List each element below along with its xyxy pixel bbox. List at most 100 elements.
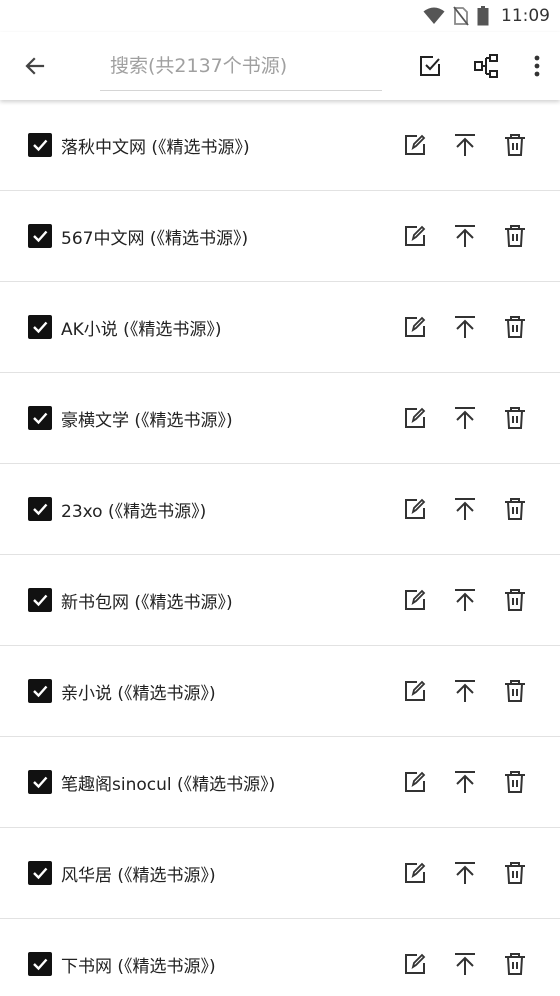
source-checkbox[interactable] bbox=[28, 770, 52, 794]
source-name: 落秋中文网 (《精选书源》) bbox=[61, 137, 250, 158]
move-to-top-icon bbox=[455, 589, 475, 611]
no-sim-icon bbox=[453, 6, 469, 26]
source-name: 下书网 (《精选书源》) bbox=[61, 956, 216, 977]
move-to-top-button[interactable] bbox=[440, 484, 490, 534]
source-name: 豪横文学 (《精选书源》) bbox=[61, 410, 233, 431]
delete-icon bbox=[505, 134, 525, 156]
source-name: AK小说 (《精选书源》) bbox=[61, 319, 222, 340]
source-checkbox[interactable] bbox=[28, 406, 52, 430]
source-checkbox[interactable] bbox=[28, 133, 52, 157]
edit-button[interactable] bbox=[390, 757, 440, 807]
move-to-top-button[interactable] bbox=[440, 757, 490, 807]
delete-button[interactable] bbox=[490, 484, 540, 534]
source-row-actions bbox=[390, 555, 540, 645]
edit-button[interactable] bbox=[390, 848, 440, 898]
source-row: 亲小说 (《精选书源》) bbox=[0, 646, 560, 737]
select-all-icon bbox=[420, 56, 440, 76]
delete-button[interactable] bbox=[490, 666, 540, 716]
move-to-top-icon bbox=[455, 498, 475, 520]
edit-icon bbox=[405, 134, 426, 155]
edit-icon bbox=[405, 680, 426, 701]
source-row: 下书网 (《精选书源》) bbox=[0, 919, 560, 996]
source-checkbox[interactable] bbox=[28, 588, 52, 612]
source-name: 新书包网 (《精选书源》) bbox=[61, 592, 233, 613]
check-icon bbox=[33, 685, 48, 698]
move-to-top-button[interactable] bbox=[440, 393, 490, 443]
move-to-top-icon bbox=[455, 953, 475, 975]
edit-icon bbox=[405, 862, 426, 883]
source-checkbox[interactable] bbox=[28, 679, 52, 703]
battery-icon bbox=[477, 6, 489, 26]
delete-icon bbox=[505, 862, 525, 884]
status-time: 11:09 bbox=[501, 6, 550, 26]
source-checkbox[interactable] bbox=[28, 497, 52, 521]
source-checkbox[interactable] bbox=[28, 315, 52, 339]
move-to-top-button[interactable] bbox=[440, 120, 490, 170]
arrow-left-icon bbox=[25, 57, 45, 75]
search-input[interactable] bbox=[100, 54, 382, 77]
source-row-actions bbox=[390, 828, 540, 918]
source-list: 落秋中文网 (《精选书源》) 567中文网 (《精选书源》) AK小说 (《精选… bbox=[0, 100, 560, 996]
edit-button[interactable] bbox=[390, 575, 440, 625]
source-row: 567中文网 (《精选书源》) bbox=[0, 191, 560, 282]
check-icon bbox=[33, 867, 48, 880]
source-row-actions bbox=[390, 191, 540, 281]
source-name: 风华居 (《精选书源》) bbox=[61, 865, 216, 886]
edit-button[interactable] bbox=[390, 484, 440, 534]
source-row: 23xo (《精选书源》) bbox=[0, 464, 560, 555]
select-all-button[interactable] bbox=[402, 32, 458, 100]
delete-button[interactable] bbox=[490, 757, 540, 807]
source-name: 567中文网 (《精选书源》) bbox=[61, 228, 249, 249]
source-row-actions bbox=[390, 646, 540, 736]
group-icon bbox=[474, 54, 498, 78]
source-row: 新书包网 (《精选书源》) bbox=[0, 555, 560, 646]
source-row-actions bbox=[390, 464, 540, 554]
back-button[interactable] bbox=[0, 32, 70, 100]
source-row: 笔趣阁sinocul (《精选书源》) bbox=[0, 737, 560, 828]
edit-button[interactable] bbox=[390, 302, 440, 352]
move-to-top-icon bbox=[455, 771, 475, 793]
source-row: 风华居 (《精选书源》) bbox=[0, 828, 560, 919]
wifi-icon bbox=[423, 7, 445, 25]
move-to-top-button[interactable] bbox=[440, 848, 490, 898]
source-checkbox[interactable] bbox=[28, 224, 52, 248]
delete-button[interactable] bbox=[490, 120, 540, 170]
check-icon bbox=[33, 958, 48, 971]
delete-button[interactable] bbox=[490, 393, 540, 443]
delete-button[interactable] bbox=[490, 211, 540, 261]
group-button[interactable] bbox=[458, 32, 514, 100]
move-to-top-icon bbox=[455, 134, 475, 156]
delete-button[interactable] bbox=[490, 302, 540, 352]
edit-button[interactable] bbox=[390, 211, 440, 261]
check-icon bbox=[33, 776, 48, 789]
source-row: AK小说 (《精选书源》) bbox=[0, 282, 560, 373]
move-to-top-button[interactable] bbox=[440, 939, 490, 989]
delete-button[interactable] bbox=[490, 939, 540, 989]
source-name: 亲小说 (《精选书源》) bbox=[61, 683, 216, 704]
move-to-top-button[interactable] bbox=[440, 211, 490, 261]
move-to-top-icon bbox=[455, 680, 475, 702]
search-box bbox=[100, 41, 382, 91]
more-vert-icon bbox=[534, 55, 540, 77]
source-name: 笔趣阁sinocul (《精选书源》) bbox=[61, 774, 276, 795]
move-to-top-button[interactable] bbox=[440, 302, 490, 352]
check-icon bbox=[33, 594, 48, 607]
edit-button[interactable] bbox=[390, 393, 440, 443]
edit-button[interactable] bbox=[390, 120, 440, 170]
source-checkbox[interactable] bbox=[28, 952, 52, 976]
delete-button[interactable] bbox=[490, 575, 540, 625]
delete-icon bbox=[505, 680, 525, 702]
check-icon bbox=[33, 503, 48, 516]
source-row-actions bbox=[390, 919, 540, 996]
edit-button[interactable] bbox=[390, 939, 440, 989]
source-row: 落秋中文网 (《精选书源》) bbox=[0, 100, 560, 191]
edit-icon bbox=[405, 316, 426, 337]
delete-icon bbox=[505, 498, 525, 520]
edit-button[interactable] bbox=[390, 666, 440, 716]
delete-button[interactable] bbox=[490, 848, 540, 898]
source-checkbox[interactable] bbox=[28, 861, 52, 885]
move-to-top-button[interactable] bbox=[440, 666, 490, 716]
move-to-top-button[interactable] bbox=[440, 575, 490, 625]
edit-icon bbox=[405, 407, 426, 428]
more-options-button[interactable] bbox=[514, 32, 560, 100]
